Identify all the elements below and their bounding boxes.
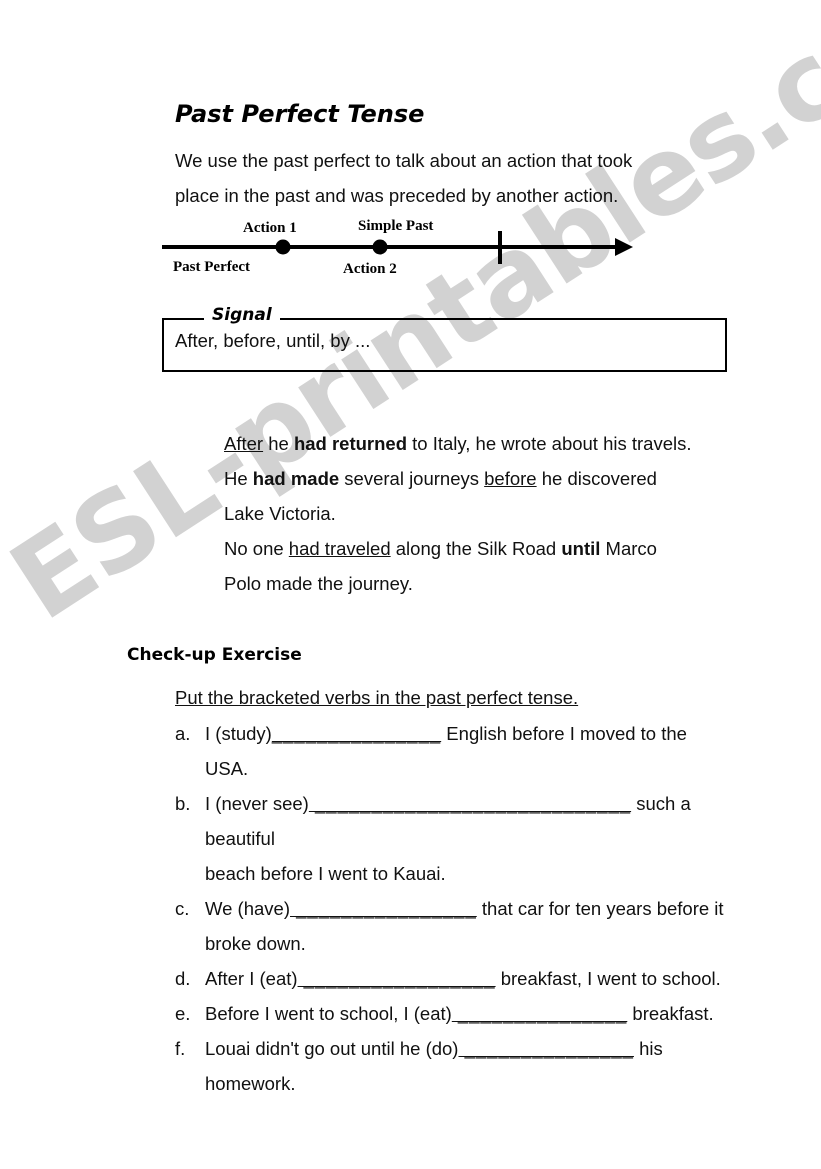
exercise-item: b. I (never see) ________________________… — [175, 786, 755, 891]
example-1-verb: had returned — [293, 433, 408, 454]
exercise-item-body: Before I went to school, I (eat) _______… — [205, 996, 755, 1031]
exercise-item: f. Louai didn't go out until he (do) ____… — [175, 1031, 755, 1101]
answer-blank[interactable]: _________________ — [298, 968, 496, 989]
exercise-item: e. Before I went to school, I (eat) _____… — [175, 996, 755, 1031]
exercise-item-body: Louai didn't go out until he (do) ______… — [205, 1031, 755, 1066]
exercise-item-marker: b. — [175, 793, 191, 814]
example-1-text-a: he — [263, 433, 294, 454]
exercise-item-continuation: homework. — [205, 1073, 296, 1094]
exercise-item-body: After I (eat) _________________ breakfas… — [205, 961, 755, 996]
exercise-item-tail: breakfast, I went to school. — [495, 968, 721, 989]
example-2-text-a: He — [224, 468, 253, 489]
exercise-heading: Check-up Exercise — [127, 645, 302, 665]
timeline-diagram: Action 1 Simple Past Past Perfect Action… — [155, 212, 655, 282]
timeline-label-past-perfect: Past Perfect — [173, 259, 251, 275]
timeline-label-action-1: Action 1 — [243, 220, 297, 236]
exercise-item-body: I (study)_______________ English before … — [205, 716, 755, 751]
example-3-text-b: along the Silk Road — [390, 538, 562, 559]
exercise-item-tail: his — [633, 1038, 663, 1059]
signal-legend-label: Signal — [204, 305, 280, 325]
exercise-item-marker: e. — [175, 1003, 191, 1024]
exercise-item-tail: breakfast. — [627, 1003, 714, 1024]
exercise-item-marker: c. — [175, 898, 190, 919]
example-3-signal-word: until — [561, 538, 601, 559]
signal-words: After, before, until, by ... — [175, 330, 371, 351]
example-sentence-3-cont: Polo made the journey. — [224, 573, 413, 594]
intro-line-1: We use the past perfect to talk about an… — [175, 150, 633, 171]
signal-box: After, before, until, by ... — [162, 318, 727, 372]
exercise-item-marker: a. — [175, 723, 191, 744]
exercise-item-continuation: broke down. — [205, 933, 306, 954]
exercise-item: a. I (study)_______________ English befor… — [175, 716, 755, 786]
example-sentence-3: No one had traveled along the Silk Road … — [224, 531, 764, 566]
exercise-item: d. After I (eat) _________________ breakf… — [175, 961, 755, 996]
exercise-item-prompt: I (never see) — [205, 793, 309, 814]
exercise-item: c. We (have) ________________ that car fo… — [175, 891, 755, 961]
exercise-item-body: I (never see) __________________________… — [205, 786, 755, 856]
intro-paragraph: We use the past perfect to talk about an… — [175, 143, 735, 213]
page-title: Past Perfect Tense — [175, 100, 425, 128]
example-2-text-b: several journeys — [339, 468, 485, 489]
example-sentence-2: He had made several journeys before he d… — [224, 461, 764, 496]
exercise-item-tail: that car for ten years before it — [476, 898, 724, 919]
answer-blank[interactable]: _______________ — [458, 1038, 633, 1059]
signal-box-group: Signal After, before, until, by ... — [162, 305, 727, 372]
exercise-item-prompt: Before I went to school, I (eat) — [205, 1003, 452, 1024]
exercise-item-list: a. I (study)_______________ English befor… — [175, 716, 755, 1101]
example-1-text-b: to Italy, he wrote about his travels. — [407, 433, 692, 454]
exercise-item-prompt: I (study) — [205, 723, 272, 744]
example-2-verb: had made — [252, 468, 340, 489]
exercise-item-prompt: After I (eat) — [205, 968, 298, 989]
exercise-instruction: Put the bracketed verbs in the past perf… — [175, 687, 579, 708]
example-2-text-c: he discovered — [536, 468, 657, 489]
worksheet-page: ESL-printables.com Past Perfect Tense We… — [0, 0, 821, 1169]
exercise-item-continuation: USA. — [205, 758, 249, 779]
example-3-text-a: No one — [224, 538, 289, 559]
answer-blank[interactable]: ________________ — [290, 898, 477, 919]
exercise-item-continuation: beach before I went to Kauai. — [205, 863, 446, 884]
exercise-item-marker: d. — [175, 968, 191, 989]
example-2-signal-word: before — [484, 468, 537, 489]
example-sentences: After he had returned to Italy, he wrote… — [224, 426, 764, 601]
intro-line-2: place in the past and was preceded by an… — [175, 185, 619, 206]
exercise-item-prompt: We (have) — [205, 898, 290, 919]
exercise-item-marker: f. — [175, 1038, 186, 1059]
example-sentence-2-cont: Lake Victoria. — [224, 503, 336, 524]
example-1-signal-word: After — [224, 433, 264, 454]
timeline-label-simple-past: Simple Past — [358, 218, 434, 234]
answer-blank[interactable]: ____________________________ — [309, 793, 631, 814]
timeline-label-action-2: Action 2 — [343, 261, 397, 277]
exercise-item-body: We (have) ________________ that car for … — [205, 891, 755, 926]
exercise-item-prompt: Louai didn't go out until he (do) — [205, 1038, 459, 1059]
answer-blank[interactable]: _______________ — [452, 1003, 627, 1024]
answer-blank[interactable]: _______________ — [272, 723, 441, 744]
example-sentence-1: After he had returned to Italy, he wrote… — [224, 426, 764, 461]
exercise-item-tail: English before I moved to the — [441, 723, 687, 744]
example-3-text-c: Marco — [600, 538, 657, 559]
example-3-verb: had traveled — [288, 538, 391, 559]
